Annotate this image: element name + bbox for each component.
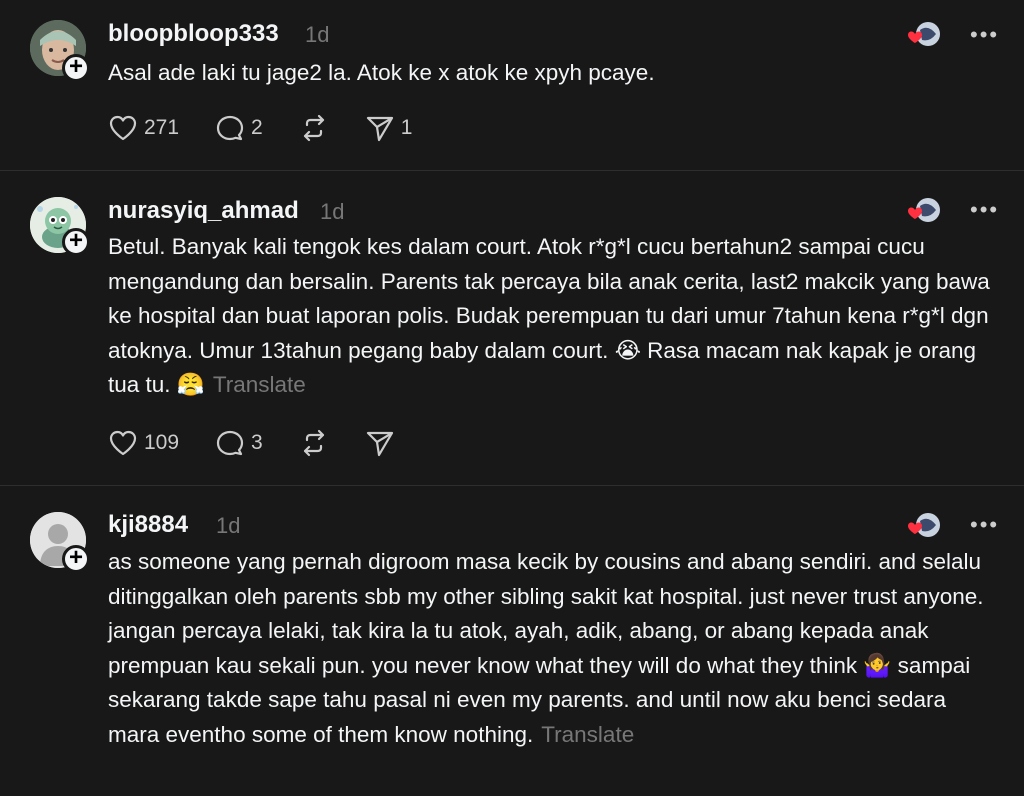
heart-icon bbox=[109, 115, 137, 141]
comment-icon bbox=[216, 430, 244, 456]
follow-plus-button[interactable]: + bbox=[62, 545, 90, 573]
translate-link[interactable]: Translate bbox=[541, 722, 634, 747]
repost-icon bbox=[303, 114, 324, 142]
timestamp: 1d bbox=[320, 199, 345, 224]
follow-plus-button[interactable]: + bbox=[62, 54, 90, 82]
username[interactable]: kji8884 bbox=[108, 511, 188, 539]
like-count: 271 bbox=[144, 116, 180, 139]
send-icon bbox=[366, 116, 393, 142]
reply-button[interactable]: 2 bbox=[215, 114, 263, 142]
post-text: as someone yang pernah digroom masa keci… bbox=[108, 549, 984, 747]
post-text: Betul. Banyak kali tengok kes dalam cour… bbox=[108, 234, 990, 397]
repost-button[interactable] bbox=[299, 429, 329, 457]
plus-icon: + bbox=[68, 544, 83, 571]
follow-plus-button[interactable]: + bbox=[62, 228, 90, 256]
reply-count: 2 bbox=[251, 116, 263, 139]
post-text: Asal ade laki tu jage2 la. Atok ke x ato… bbox=[108, 60, 655, 85]
timestamp: 1d bbox=[305, 22, 330, 47]
liked-by-icon bbox=[904, 511, 942, 539]
like-button[interactable]: 109 bbox=[108, 429, 179, 457]
share-button[interactable] bbox=[365, 429, 395, 457]
translate-link[interactable]: Translate bbox=[213, 372, 306, 397]
send-icon bbox=[366, 431, 393, 457]
more-options-button[interactable]: ••• bbox=[970, 197, 999, 223]
more-options-button[interactable]: ••• bbox=[970, 512, 999, 538]
thread-reply: + kji8884 1d ••• as someone yang pernah … bbox=[0, 486, 1024, 796]
thread-reply: + nurasyiq_ahmad 1d ••• Betul. Banyak ka… bbox=[0, 171, 1024, 485]
plus-icon: + bbox=[68, 53, 83, 80]
liked-by-icon bbox=[904, 196, 942, 224]
share-count: 1 bbox=[400, 116, 413, 139]
heart-icon bbox=[109, 430, 137, 456]
plus-icon: + bbox=[68, 227, 83, 254]
more-options-button[interactable]: ••• bbox=[970, 22, 999, 48]
thread-reply: + bloopbloop333 1d ••• Asal ade laki tu … bbox=[0, 0, 1024, 170]
reply-button[interactable]: 3 bbox=[215, 429, 263, 457]
comment-icon bbox=[216, 115, 244, 141]
repost-button[interactable] bbox=[299, 114, 329, 142]
like-count: 109 bbox=[144, 431, 180, 454]
username[interactable]: bloopbloop333 bbox=[108, 20, 279, 48]
like-button[interactable]: 271 bbox=[108, 114, 179, 142]
liked-by-icon bbox=[904, 20, 942, 48]
share-button[interactable]: 1 bbox=[365, 114, 413, 142]
timestamp: 1d bbox=[216, 513, 241, 538]
username[interactable]: nurasyiq_ahmad bbox=[108, 197, 299, 225]
repost-icon bbox=[303, 429, 324, 457]
reply-count: 3 bbox=[251, 431, 263, 454]
